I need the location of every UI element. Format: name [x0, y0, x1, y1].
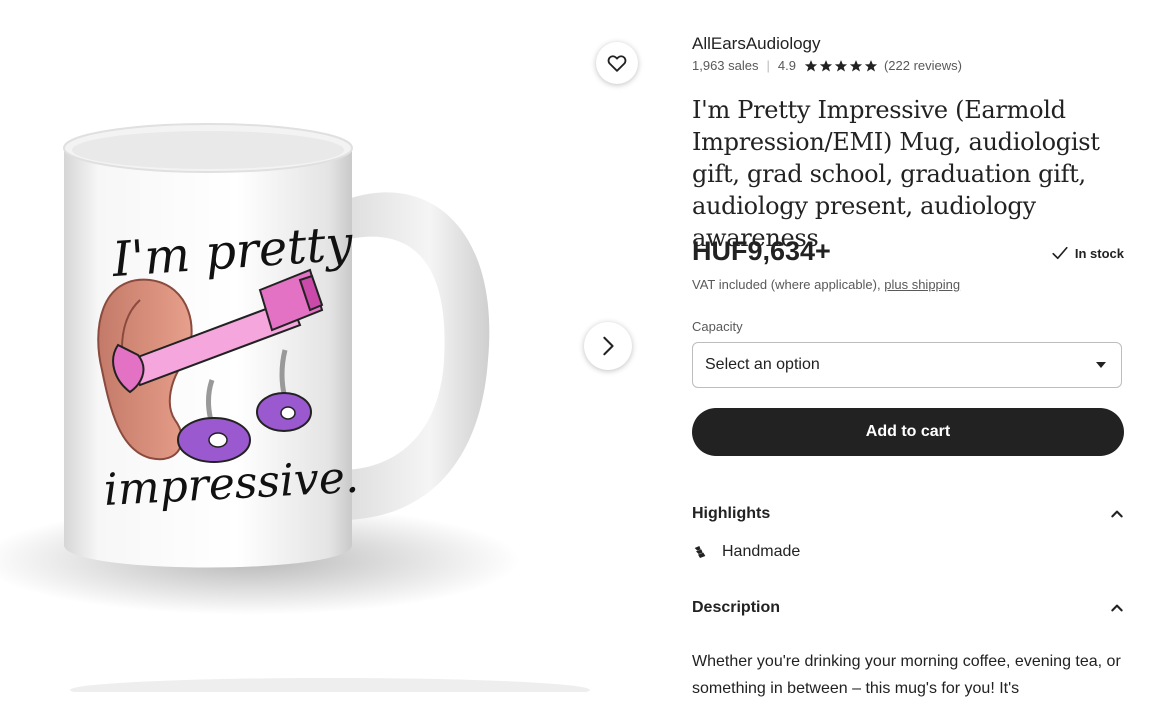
- sales-count: 1,963 sales: [692, 58, 759, 73]
- shop-meta: 1,963 sales | 4.9 (222 reviews): [692, 58, 962, 73]
- favorite-button[interactable]: [596, 42, 638, 84]
- rating-stars: [804, 59, 878, 73]
- rating-value: 4.9: [777, 58, 796, 73]
- highlight-label: Handmade: [722, 543, 801, 560]
- caret-down-icon: [1096, 362, 1106, 368]
- hands-icon: [694, 546, 706, 558]
- vat-note: VAT included (where applicable), plus sh…: [692, 277, 960, 292]
- capacity-label: Capacity: [692, 319, 743, 334]
- description-text: Whether you're drinking your morning cof…: [692, 653, 1121, 697]
- highlights-toggle[interactable]: Highlights: [692, 505, 1124, 523]
- next-image-button[interactable]: [584, 322, 632, 370]
- description-toggle[interactable]: Description: [692, 599, 1124, 617]
- image-gallery: I'm pretty impressive.: [0, 0, 660, 692]
- star-icon: [834, 59, 848, 72]
- heart-icon: [607, 55, 627, 72]
- price: HUF9,634+: [692, 236, 831, 266]
- mug-opening: [72, 131, 344, 169]
- reviews-link[interactable]: (222 reviews): [884, 58, 962, 73]
- stock-label: In stock: [1074, 245, 1124, 261]
- divider: |: [766, 58, 770, 73]
- star-icon: [849, 59, 863, 72]
- highlights-title: Highlights: [692, 505, 771, 522]
- mug-handle: [340, 192, 490, 521]
- highlight-handmade: Handmade: [692, 543, 800, 561]
- product-image[interactable]: I'm pretty impressive.: [0, 0, 660, 692]
- chevron-right-icon: [603, 336, 614, 356]
- next-image-edge: [70, 678, 590, 692]
- capacity-select[interactable]: Select an option: [692, 342, 1122, 388]
- star-icon: [819, 59, 833, 72]
- shipping-link[interactable]: plus shipping: [884, 277, 960, 292]
- chevron-up-icon: [1111, 604, 1123, 612]
- add-to-cart-button[interactable]: Add to cart: [692, 408, 1124, 456]
- checkmark-icon: [1052, 246, 1068, 260]
- star-icon: [804, 59, 818, 72]
- chevron-up-icon: [1111, 510, 1123, 518]
- capacity-select-value: Select an option: [705, 356, 820, 373]
- star-icon: [864, 59, 878, 72]
- stock-status: In stock: [1051, 244, 1124, 262]
- description-title: Description: [692, 599, 781, 616]
- shop-name-link[interactable]: AllEarsAudiology: [692, 34, 821, 54]
- listing-title: I'm Pretty Impressive (Earmold Impressio…: [692, 96, 1100, 252]
- vat-text: VAT included (where applicable),: [692, 277, 881, 292]
